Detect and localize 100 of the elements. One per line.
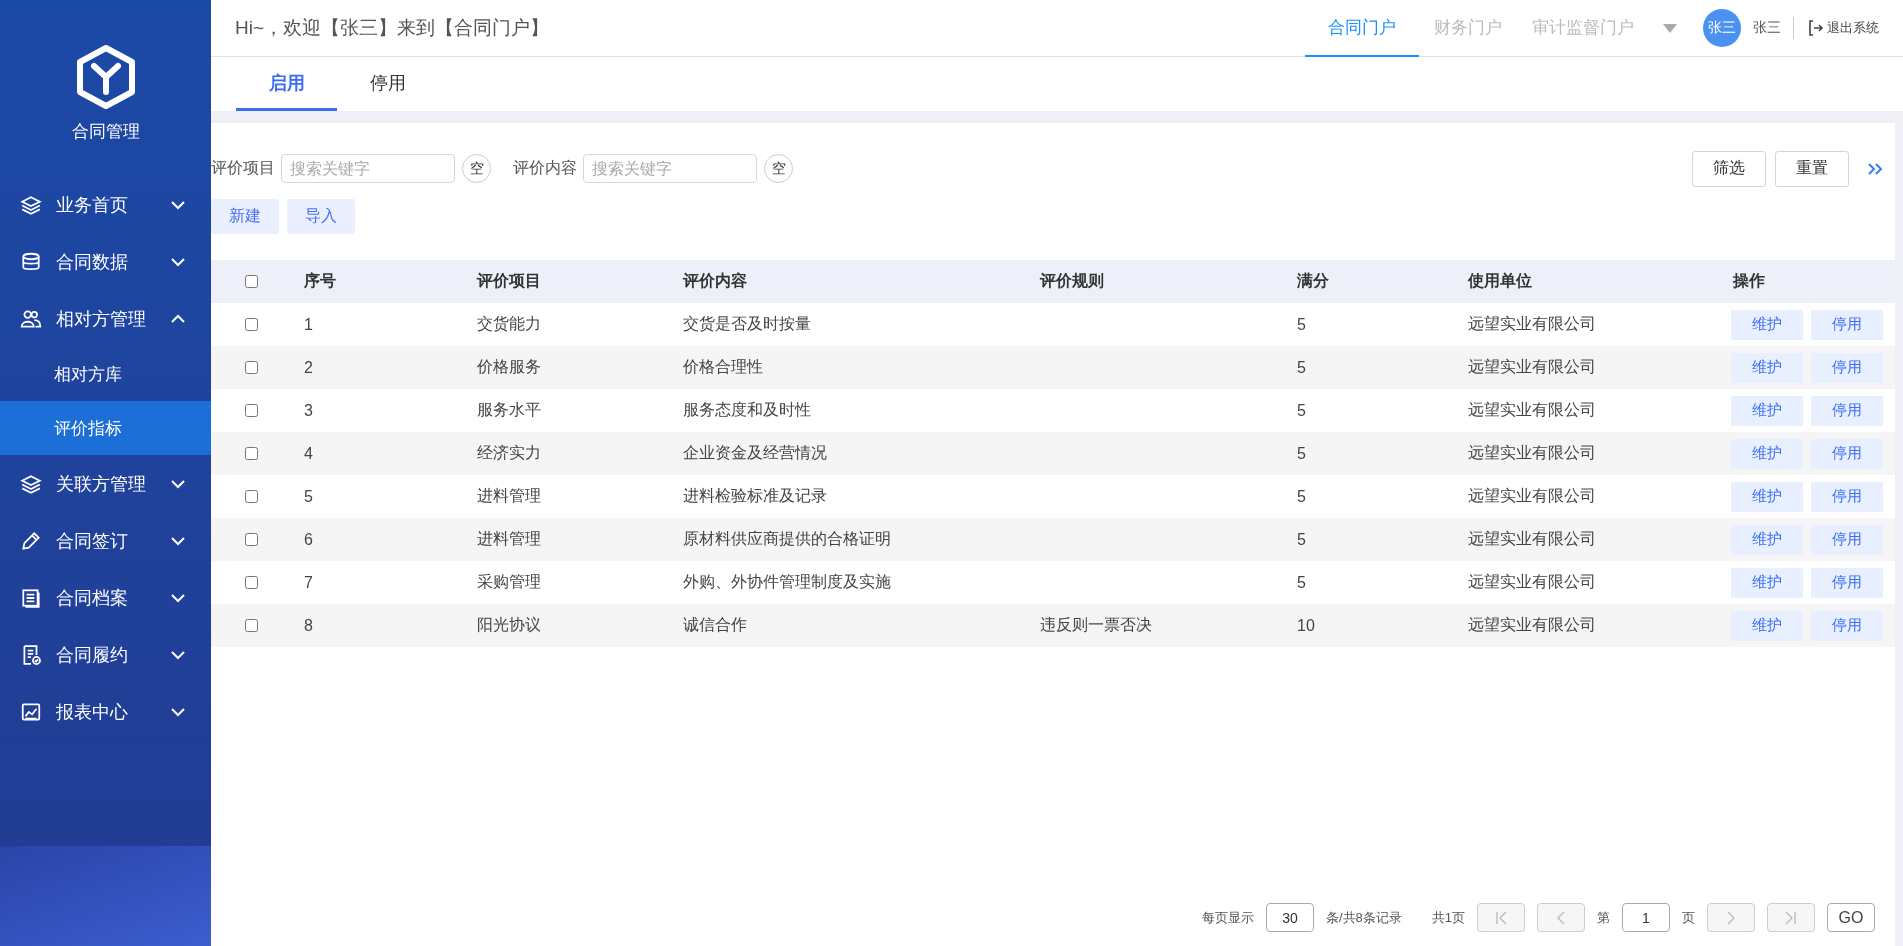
left-chevron-icon [1493,909,1509,926]
table-cell: 远望实业有限公司 [1468,444,1596,461]
status-tab[interactable]: 停用 [337,57,438,111]
table-cell: 5 [304,487,313,505]
row-action-button[interactable]: 停用 [1811,309,1883,340]
row-action-button[interactable]: 维护 [1731,524,1803,555]
column-header: 序号 [303,271,337,291]
users-icon [20,307,42,330]
column-header: 操作 [1731,271,1766,291]
table-cell: 远望实业有限公司 [1468,573,1596,590]
search-field[interactable]: 搜索关键字 [583,154,757,183]
menu-item[interactable]: 合同档案 [0,569,211,626]
app-title: 合同管理 [71,121,140,143]
row-action-button[interactable]: 停用 [1811,395,1883,426]
table-cell: 1 [304,315,313,333]
row-action-button[interactable]: 维护 [1731,309,1803,340]
select-all-checkbox[interactable] [244,275,258,288]
table-cell: 服务态度和及时性 [683,401,811,418]
row-action-button[interactable]: 维护 [1731,438,1803,469]
table-cell: 进料检验标准及记录 [683,487,827,504]
table-cell: 5 [1297,530,1306,548]
menu-item[interactable]: 报表中心 [0,683,211,740]
column-header: 满分 [1296,271,1330,291]
row-checkbox[interactable] [244,619,258,632]
table-cell: 远望实业有限公司 [1468,616,1596,633]
search-field[interactable]: 搜索关键字 [281,154,455,183]
row-checkbox[interactable] [244,318,258,331]
filter-button[interactable]: 重置 [1775,150,1849,187]
row-checkbox[interactable] [244,490,258,503]
go-button[interactable]: GO [1827,903,1875,932]
page-count: 共1页 [1431,908,1465,927]
page-size-label: 每页显示 [1201,908,1254,927]
menu-item[interactable]: 相对方管理 [0,290,211,347]
column-header: 使用单位 [1466,271,1533,291]
double-chevron-icon[interactable] [1867,160,1883,177]
row-action-button[interactable]: 维护 [1731,352,1803,383]
table-cell: 6 [304,530,313,548]
right-chevron-icon [1783,909,1799,926]
table-cell: 5 [1297,315,1306,333]
row-checkbox[interactable] [244,533,258,546]
filter-label: 评价内容 [513,158,577,178]
table-cell: 交货是否及时按量 [683,315,811,332]
table-cell: 服务水平 [477,401,541,418]
table-cell: 价格服务 [477,358,541,375]
column-header: 评价规则 [1038,271,1105,291]
row-action-button[interactable]: 停用 [1811,610,1883,641]
row-checkbox[interactable] [244,404,258,417]
table-cell: 5 [1297,573,1306,591]
table-cell: 5 [1297,487,1306,505]
logo-icon [74,44,137,110]
page-size-field[interactable]: 30 [1265,903,1314,932]
page-prefix: 第 [1597,908,1610,927]
table-cell: 阳光协议 [477,616,541,633]
table-cell: 交货能力 [477,315,541,332]
row-checkbox[interactable] [244,447,258,460]
logout-link[interactable]: 退出系统 [1808,19,1879,37]
chart-icon [20,700,42,723]
filter-button[interactable]: 筛选 [1692,150,1766,187]
submenu-item[interactable]: 评价指标 [0,401,211,455]
page-suffix: 页 [1682,908,1695,927]
action-button[interactable]: 导入 [287,199,355,234]
menu-item[interactable]: 业务首页 [0,176,211,233]
table-cell: 采购管理 [477,573,541,590]
row-action-button[interactable]: 停用 [1811,567,1883,598]
user-avatar: 张三 [1703,9,1741,47]
clear-button[interactable]: 空 [764,154,793,183]
row-action-button[interactable]: 停用 [1811,438,1883,469]
row-action-button[interactable]: 维护 [1731,395,1803,426]
row-action-button[interactable]: 维护 [1731,481,1803,512]
logout-icon [1808,19,1824,37]
book-icon [20,586,42,609]
row-action-button[interactable]: 维护 [1731,567,1803,598]
row-action-button[interactable]: 停用 [1811,481,1883,512]
dropdown-icon[interactable] [1663,23,1677,33]
table-cell: 远望实业有限公司 [1468,401,1596,418]
menu-item[interactable]: 合同签订 [0,512,211,569]
column-header: 评价内容 [681,271,748,291]
menu-item[interactable]: 关联方管理 [0,455,211,512]
pencil-icon [20,529,42,552]
row-action-button[interactable]: 停用 [1811,524,1883,555]
page-number-field[interactable]: 1 [1622,903,1670,932]
table-cell: 2 [304,358,313,376]
table-cell: 5 [1297,358,1306,376]
row-action-button[interactable]: 维护 [1731,610,1803,641]
row-checkbox[interactable] [244,576,258,589]
table-cell: 经济实力 [477,444,541,461]
table-cell: 远望实业有限公司 [1468,315,1596,332]
welcome-text: Hi~，欢迎【张三】来到【合同门户】 [235,16,551,40]
menu-item[interactable]: 合同数据 [0,233,211,290]
submenu-item[interactable]: 相对方库 [0,347,211,401]
table-cell: 原材料供应商提供的合格证明 [683,530,891,547]
clear-button[interactable]: 空 [462,154,491,183]
status-tab[interactable]: 启用 [236,57,337,111]
table-cell: 企业资金及经营情况 [683,444,827,461]
row-action-button[interactable]: 停用 [1811,352,1883,383]
action-button[interactable]: 新建 [211,199,279,234]
database-icon [20,250,42,273]
table-cell: 5 [1297,444,1306,462]
menu-item[interactable]: 合同履约 [0,626,211,683]
row-checkbox[interactable] [244,361,258,374]
